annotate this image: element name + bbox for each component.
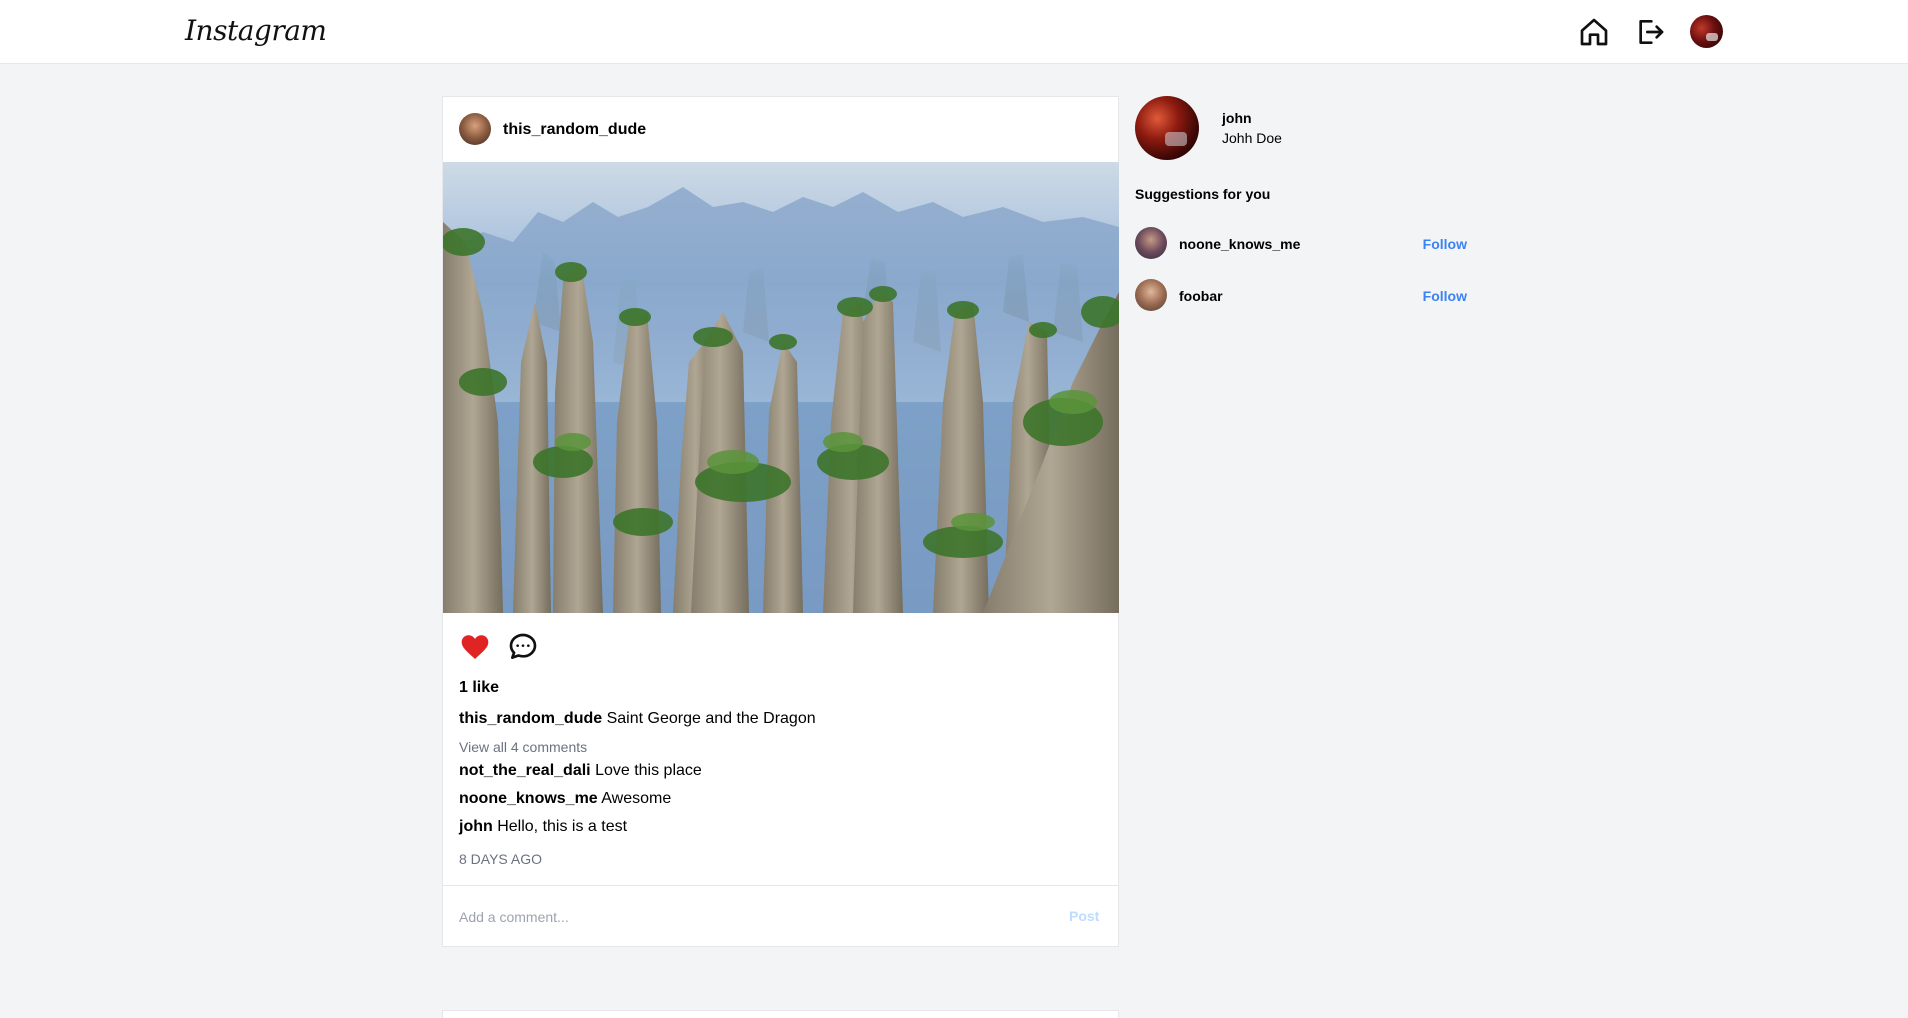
- comment-username[interactable]: not_the_real_dali: [459, 762, 591, 779]
- home-icon[interactable]: [1578, 16, 1610, 48]
- comment-input[interactable]: [459, 904, 1039, 930]
- follow-button[interactable]: Follow: [1423, 236, 1467, 252]
- current-user-avatar[interactable]: [1135, 96, 1199, 160]
- add-comment-form: Post: [443, 885, 1118, 947]
- post-author-username[interactable]: this_random_dude: [503, 121, 646, 139]
- comment-text: Love this place: [595, 762, 702, 779]
- top-nav: Instagram: [0, 0, 1908, 64]
- comment-row: noone_knows_me Awesome: [459, 790, 671, 808]
- next-post-card: [442, 1010, 1119, 1018]
- heart-icon[interactable]: [459, 631, 491, 663]
- current-username[interactable]: john: [1222, 110, 1252, 126]
- suggestion-username[interactable]: foobar: [1179, 288, 1223, 304]
- mountain-landscape-image: [443, 162, 1119, 613]
- comment-username[interactable]: noone_knows_me: [459, 790, 598, 807]
- suggestion-item: foobar Follow: [1135, 279, 1467, 311]
- post-header: this_random_dude: [443, 97, 1118, 162]
- logout-icon[interactable]: [1634, 16, 1666, 48]
- current-user-fullname: Johh Doe: [1222, 130, 1282, 146]
- post-author-avatar[interactable]: [459, 113, 491, 145]
- suggestions-heading: Suggestions for you: [1135, 186, 1271, 202]
- instagram-logo[interactable]: Instagram: [185, 14, 327, 47]
- post-photo[interactable]: [443, 162, 1119, 613]
- comment-row: john Hello, this is a test: [459, 818, 627, 836]
- post-comment-button[interactable]: Post: [1069, 908, 1099, 924]
- post-caption: this_random_dude Saint George and the Dr…: [459, 710, 816, 728]
- like-count: 1 like: [459, 679, 500, 696]
- suggestion-username[interactable]: noone_knows_me: [1179, 236, 1300, 252]
- view-all-comments-link[interactable]: View all 4 comments: [459, 739, 587, 755]
- comment-icon[interactable]: [507, 631, 539, 663]
- post-card: this_random_dude 1 like this_random_dude…: [442, 96, 1119, 947]
- suggestion-avatar[interactable]: [1135, 279, 1167, 311]
- comment-row: not_the_real_dali Love this place: [459, 762, 702, 780]
- comment-text: Awesome: [601, 790, 672, 807]
- post-timestamp: 8 days ago: [459, 851, 542, 867]
- comment-text: Hello, this is a test: [497, 818, 628, 835]
- caption-text: Saint George and the Dragon: [606, 710, 816, 727]
- suggestion-item: noone_knows_me Follow: [1135, 227, 1467, 259]
- profile-avatar[interactable]: [1690, 15, 1723, 48]
- follow-button[interactable]: Follow: [1423, 288, 1467, 304]
- suggestion-avatar[interactable]: [1135, 227, 1167, 259]
- comment-username[interactable]: john: [459, 818, 493, 835]
- caption-username[interactable]: this_random_dude: [459, 710, 602, 727]
